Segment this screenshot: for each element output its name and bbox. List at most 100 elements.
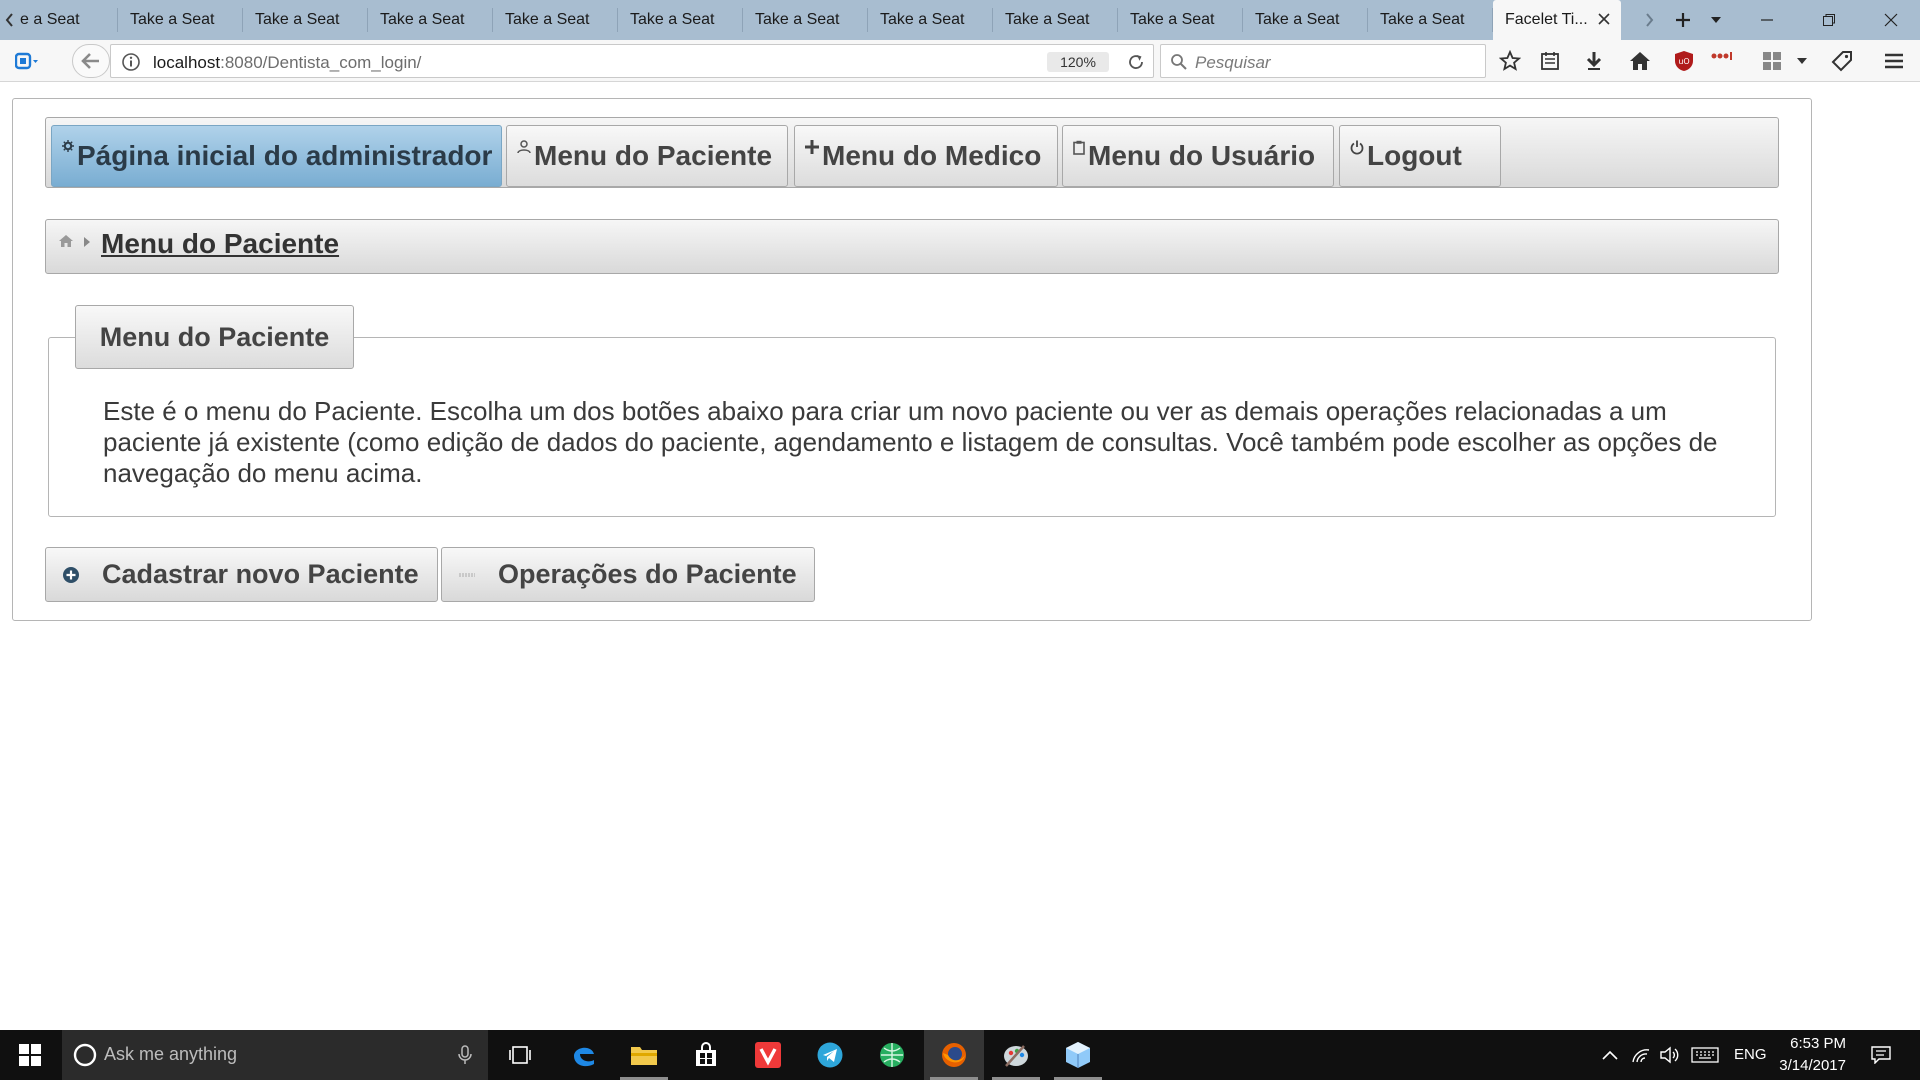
tab-scroll-right-icon[interactable]: [1645, 12, 1655, 28]
taskbar-search-placeholder: Ask me anything: [104, 1044, 238, 1064]
browser-tab[interactable]: Take a Seat: [1118, 0, 1243, 40]
tab-title: Take a Seat: [1255, 11, 1340, 28]
clock-date[interactable]: 3/14/2017: [1776, 1057, 1846, 1074]
microphone-icon[interactable]: [458, 1045, 472, 1065]
file-explorer-icon[interactable]: [614, 1030, 674, 1080]
browser-tab[interactable]: Take a Seat: [493, 0, 618, 40]
vivaldi-icon[interactable]: [738, 1030, 798, 1080]
virtualbox-cube-icon[interactable]: [1048, 1030, 1108, 1080]
browser-tab[interactable]: Take a Seat: [743, 0, 868, 40]
green-globe-app-icon[interactable]: [862, 1030, 922, 1080]
browser-tab[interactable]: Take a Seat: [618, 0, 743, 40]
tab-title: Take a Seat: [380, 11, 465, 28]
browser-tab[interactable]: Take a Seat: [118, 0, 243, 40]
menu-item-label: Menu do Medico: [822, 140, 1042, 171]
menu-item-logout[interactable]: Logout: [1339, 125, 1501, 187]
menu-item-medic[interactable]: Menu do Medico: [794, 125, 1058, 187]
search-icon: [1170, 53, 1188, 71]
download-icon[interactable]: [1580, 48, 1608, 74]
pocket-tag-icon[interactable]: [1828, 48, 1856, 74]
browser-tab[interactable]: Take a Seat: [868, 0, 993, 40]
gear-icon: [62, 140, 74, 152]
url-text[interactable]: localhost:8080/Dentista_com_login/: [153, 53, 421, 73]
language-indicator[interactable]: ENG: [1734, 1046, 1767, 1063]
url-host: localhost: [153, 53, 221, 72]
site-info-icon[interactable]: [121, 52, 141, 72]
hamburger-menu-icon[interactable]: [1880, 48, 1908, 74]
button-label: Operações do Paciente: [498, 559, 797, 589]
tab-title: Take a Seat: [1130, 11, 1215, 28]
tab-title: Take a Seat: [630, 11, 715, 28]
reading-list-icon[interactable]: [1536, 48, 1564, 74]
cortana-search-box[interactable]: Ask me anything: [62, 1030, 488, 1080]
menu-item-label: Página inicial do administrador: [77, 140, 493, 171]
tab-list-dropdown-icon[interactable]: [1711, 16, 1721, 24]
browser-navigation-bar: localhost:8080/Dentista_com_login/ 120% …: [0, 40, 1920, 82]
zoom-indicator[interactable]: 120%: [1047, 52, 1109, 72]
telegram-icon[interactable]: [800, 1030, 860, 1080]
patient-operations-button[interactable]: Operações do Paciente: [441, 547, 815, 602]
bookmark-star-icon[interactable]: [1496, 48, 1524, 74]
back-arrow-icon: [81, 53, 99, 69]
windows-start-icon[interactable]: [0, 1030, 60, 1080]
speed-dial-icon[interactable]: [1758, 48, 1786, 74]
search-bar[interactable]: Pesquisar: [1160, 44, 1486, 78]
url-bar[interactable]: localhost:8080/Dentista_com_login/ 120%: [110, 44, 1154, 78]
browser-tab[interactable]: Take a Seat: [1368, 0, 1493, 40]
browser-tab[interactable]: Take a Seat: [993, 0, 1118, 40]
breadcrumb: Menu do Paciente: [45, 219, 1779, 274]
tab-title: e a Seat: [20, 11, 80, 28]
reload-icon[interactable]: [1127, 53, 1145, 71]
tab-scroll-left-icon[interactable]: [0, 0, 18, 40]
browser-tab[interactable]: Take a Seat: [1243, 0, 1368, 40]
clipboard-icon: [1073, 140, 1085, 155]
firefox-icon[interactable]: [924, 1030, 984, 1080]
plus-icon: [805, 140, 819, 154]
ublock-shield-icon[interactable]: uO: [1670, 48, 1698, 74]
cortana-circle-icon: [73, 1043, 97, 1067]
home-icon[interactable]: [1626, 48, 1654, 74]
clock-time[interactable]: 6:53 PM: [1786, 1035, 1846, 1052]
browser-tab[interactable]: Take a Seat: [368, 0, 493, 40]
menu-item-label: Menu do Usuário: [1088, 140, 1316, 171]
plus-circle-icon: [62, 566, 80, 584]
windows-taskbar: Ask me anything ENG 6:53 PM 3/14/2017: [0, 1030, 1920, 1080]
browser-tab[interactable]: Take a Seat: [243, 0, 368, 40]
menu-item-patient[interactable]: Menu do Paciente: [506, 125, 788, 187]
restore-icon[interactable]: [1822, 13, 1836, 27]
home-icon[interactable]: [58, 234, 74, 248]
task-view-icon[interactable]: [490, 1030, 550, 1080]
tab-title: Take a Seat: [880, 11, 965, 28]
chevron-down-icon[interactable]: [1792, 48, 1812, 74]
tab-close-icon[interactable]: [1597, 12, 1611, 26]
menu-item-label: Menu do Paciente: [534, 140, 773, 171]
fieldset-legend: Menu do Paciente: [75, 305, 354, 369]
person-icon: [517, 140, 531, 154]
browser-tab[interactable]: e a Seat: [18, 0, 118, 40]
action-center-icon[interactable]: [1866, 1030, 1896, 1080]
tab-title: Facelet Ti...: [1505, 11, 1588, 28]
patient-menu-description: Este é o menu do Paciente. Escolha um do…: [103, 396, 1718, 488]
svg-text:uO: uO: [1678, 57, 1689, 66]
back-button[interactable]: [72, 44, 110, 78]
minimize-icon[interactable]: [1760, 13, 1774, 27]
edge-browser-icon[interactable]: [554, 1030, 614, 1080]
store-icon[interactable]: [676, 1030, 736, 1080]
paint-icon[interactable]: [986, 1030, 1046, 1080]
lastpass-icon[interactable]: [1708, 44, 1738, 70]
tab-title: Take a Seat: [1005, 11, 1090, 28]
breadcrumb-current-link[interactable]: Menu do Paciente: [101, 228, 339, 260]
menu-item-admin-home[interactable]: Página inicial do administrador: [51, 125, 502, 187]
menu-item-user[interactable]: Menu do Usuário: [1062, 125, 1334, 187]
show-hidden-icons-chevron-icon[interactable]: [1598, 1030, 1622, 1080]
browser-tab-active[interactable]: Facelet Ti...: [1493, 0, 1621, 40]
network-icon[interactable]: [1628, 1030, 1654, 1080]
browser-tab-strip: e a Seat Take a Seat Take a Seat Take a …: [0, 0, 1920, 40]
volume-icon[interactable]: [1656, 1030, 1682, 1080]
close-window-icon[interactable]: [1884, 13, 1898, 27]
sidebar-toggle-icon[interactable]: [12, 48, 42, 74]
new-tab-icon[interactable]: [1675, 12, 1691, 28]
tab-title: Take a Seat: [755, 11, 840, 28]
add-patient-button[interactable]: Cadastrar novo Paciente: [45, 547, 438, 602]
keyboard-icon[interactable]: [1688, 1030, 1722, 1080]
